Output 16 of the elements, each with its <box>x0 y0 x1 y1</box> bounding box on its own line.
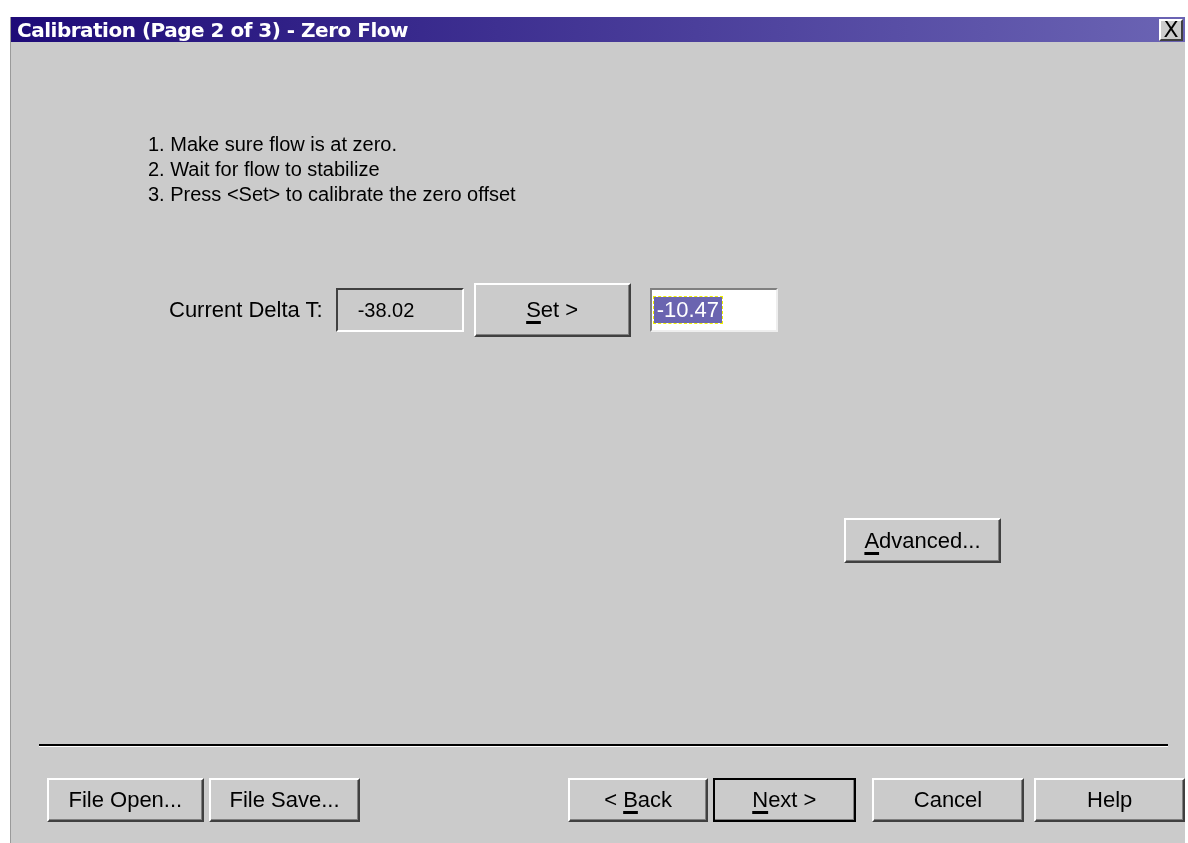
set-button[interactable]: Set > <box>473 283 631 337</box>
footer-button[interactable]: Cancel <box>871 778 1025 822</box>
footer-button[interactable]: < Back <box>568 778 708 822</box>
footer-button[interactable]: File Save... <box>208 778 361 822</box>
window-title: Calibration (Page 2 of 3) - Zero Flow <box>17 17 408 42</box>
instruction-text: 1. Make sure flow is at zero. <box>148 132 398 157</box>
field-label: Current Delta T: <box>169 297 323 323</box>
instruction-text: 3. Press <Set> to calibrate the zero offset <box>148 182 517 207</box>
reading-field: -38.02 <box>335 288 464 332</box>
offset-input-field[interactable]: -10.47 <box>649 288 778 332</box>
instruction-text: 2. Wait for flow to stabilize <box>148 157 381 182</box>
footer-button[interactable]: Next > <box>713 778 856 822</box>
footer-button[interactable]: File Open... <box>47 778 204 822</box>
advanced-button[interactable]: Advanced... <box>844 518 1001 563</box>
footer-button[interactable]: Help <box>1034 778 1185 822</box>
close-button[interactable]: X <box>1159 18 1183 41</box>
